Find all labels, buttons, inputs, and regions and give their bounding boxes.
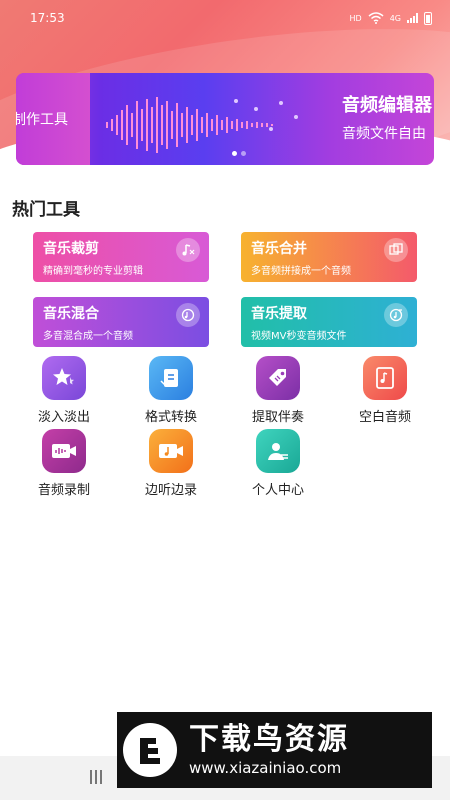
carousel-dot bbox=[241, 151, 246, 156]
wifi-icon bbox=[368, 12, 384, 24]
tool-fade[interactable]: 淡入淡出 bbox=[24, 356, 104, 425]
video-music-icon bbox=[149, 429, 193, 473]
card-subtitle: 精确到毫秒的专业剪辑 bbox=[43, 266, 143, 277]
mix-icon bbox=[176, 303, 200, 327]
tool-label: 空白音频 bbox=[358, 410, 411, 425]
extract-icon bbox=[384, 303, 408, 327]
star-icon bbox=[42, 356, 86, 400]
recent-apps-icon[interactable] bbox=[90, 770, 102, 784]
music-scissor-icon bbox=[176, 238, 200, 262]
card-title: 音乐裁剪 bbox=[43, 241, 99, 257]
battery-icon bbox=[424, 11, 432, 25]
section-title: 热门工具 bbox=[12, 200, 80, 220]
banner-prev-slide: 制作工具 bbox=[16, 73, 90, 165]
carousel-indicator bbox=[232, 151, 246, 156]
banner-title: 音频编辑器 bbox=[342, 95, 432, 116]
card-subtitle: 多音混合成一个音频 bbox=[43, 331, 133, 342]
hd-badge: HD bbox=[349, 13, 362, 23]
network-label: 4G bbox=[389, 13, 401, 23]
bird-logo-icon bbox=[123, 723, 177, 777]
music-cut-card[interactable]: 音乐裁剪 精确到毫秒的专业剪辑 bbox=[33, 232, 209, 282]
tool-label: 音频录制 bbox=[37, 483, 90, 498]
music-merge-card[interactable]: 音乐合并 多音频拼接成一个音频 bbox=[241, 232, 417, 282]
tool-listen-record[interactable]: 边听边录 bbox=[131, 429, 211, 498]
tool-label: 格式转换 bbox=[144, 410, 197, 425]
tool-blank-audio[interactable]: 空白音频 bbox=[345, 356, 425, 425]
watermark-overlay: 下载鸟资源 www.xiazainiao.com bbox=[117, 712, 432, 788]
tag-icon bbox=[256, 356, 300, 400]
tool-audio-record[interactable]: 音频录制 bbox=[24, 429, 104, 498]
card-subtitle: 多音频拼接成一个音频 bbox=[251, 266, 351, 277]
tool-label: 淡入淡出 bbox=[37, 410, 90, 425]
tool-label: 边听边录 bbox=[144, 483, 197, 498]
record-icon bbox=[42, 429, 86, 473]
status-time: 17:53 bbox=[30, 11, 65, 25]
convert-icon bbox=[149, 356, 193, 400]
banner-subtitle: 音频文件自由 bbox=[342, 126, 426, 142]
card-title: 音乐混合 bbox=[43, 306, 99, 322]
tool-format-convert[interactable]: 格式转换 bbox=[131, 356, 211, 425]
promo-banner[interactable]: 制作工具 音频编辑器 音频文件自由 bbox=[16, 73, 434, 165]
sound-wave-graphic bbox=[106, 97, 298, 153]
card-title: 音乐提取 bbox=[251, 306, 307, 322]
tool-profile[interactable]: 个人中心 bbox=[238, 429, 318, 498]
status-bar: 17:53 HD 4G bbox=[0, 0, 450, 36]
tool-label: 个人中心 bbox=[251, 483, 304, 498]
card-subtitle: 视频MV秒变音频文件 bbox=[251, 331, 347, 342]
music-mix-card[interactable]: 音乐混合 多音混合成一个音频 bbox=[33, 297, 209, 347]
watermark-name: 下载鸟资源 bbox=[189, 722, 349, 757]
watermark-url: www.xiazainiao.com bbox=[189, 759, 342, 777]
tool-extract-accompaniment[interactable]: 提取伴奏 bbox=[238, 356, 318, 425]
carousel-dot bbox=[232, 151, 237, 156]
status-icons: HD 4G bbox=[349, 11, 432, 25]
merge-icon bbox=[384, 238, 408, 262]
signal-icon bbox=[407, 13, 418, 23]
tool-label: 提取伴奏 bbox=[251, 410, 304, 425]
card-title: 音乐合并 bbox=[251, 241, 307, 257]
user-icon bbox=[256, 429, 300, 473]
music-file-icon bbox=[363, 356, 407, 400]
music-extract-card[interactable]: 音乐提取 视频MV秒变音频文件 bbox=[241, 297, 417, 347]
